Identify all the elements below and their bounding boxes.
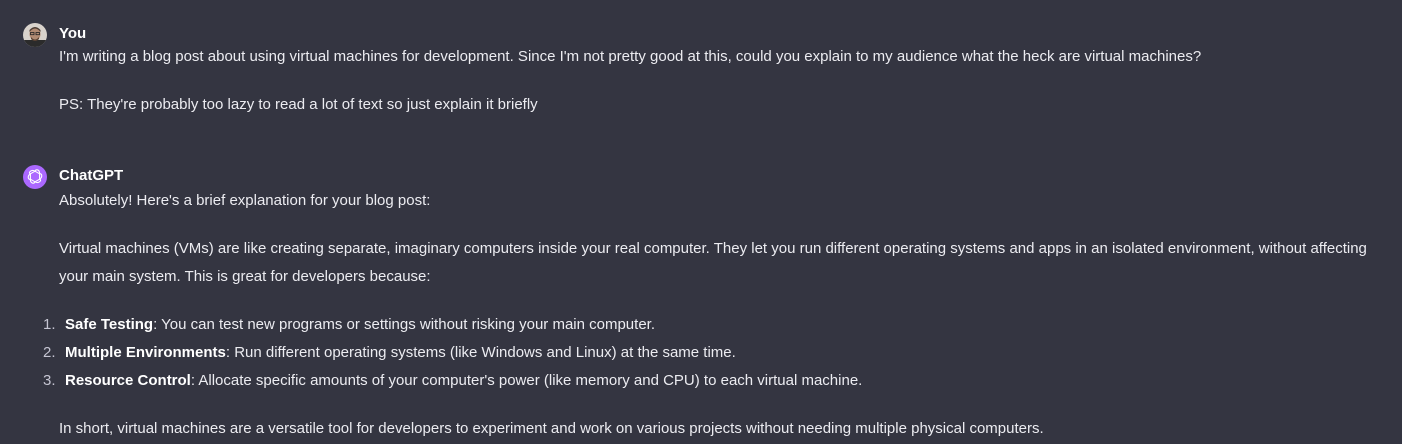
list-item-number: 3. [43,372,56,389]
assistant-intro: Absolutely! Here's a brief explanation f… [59,192,431,209]
assistant-author-name: ChatGPT [59,167,124,184]
user-avatar [23,23,47,47]
list-item-title: Multiple Environments [65,344,226,361]
assistant-list: 1. Safe Testing: You can test new program… [43,311,1392,395]
list-item: 3. Resource Control: Allocate specific am… [43,367,1392,395]
list-item: 1. Safe Testing: You can test new program… [43,311,1392,339]
list-item-number: 2. [43,344,56,361]
list-item-text: : Run different operating systems (like … [225,344,736,361]
list-item: 2. Multiple Environments: Run different o… [43,339,1392,367]
list-item-title: Safe Testing [65,316,154,333]
assistant-message-text: Absolutely! Here's a brief explanation f… [43,187,1392,443]
user-message-text: I'm writing a blog post about using virt… [59,43,1392,119]
user-photo-icon [23,23,47,47]
list-item-text: : Allocate specific amounts of your comp… [190,372,863,389]
user-paragraph: PS: They're probably too lazy to read a … [59,96,538,113]
list-item-title: Resource Control [65,372,191,389]
openai-logo-icon [27,169,43,184]
assistant-avatar [23,165,47,189]
list-item-text: : You can test new programs or settings … [153,316,655,333]
user-author-name: You [59,25,87,42]
user-paragraph: I'm writing a blog post about using virt… [59,48,1202,65]
list-item-number: 1. [43,316,56,333]
assistant-body: Virtual machines (VMs) are like creating… [59,240,1367,285]
assistant-conclusion: In short, virtual machines are a versati… [59,420,1044,437]
